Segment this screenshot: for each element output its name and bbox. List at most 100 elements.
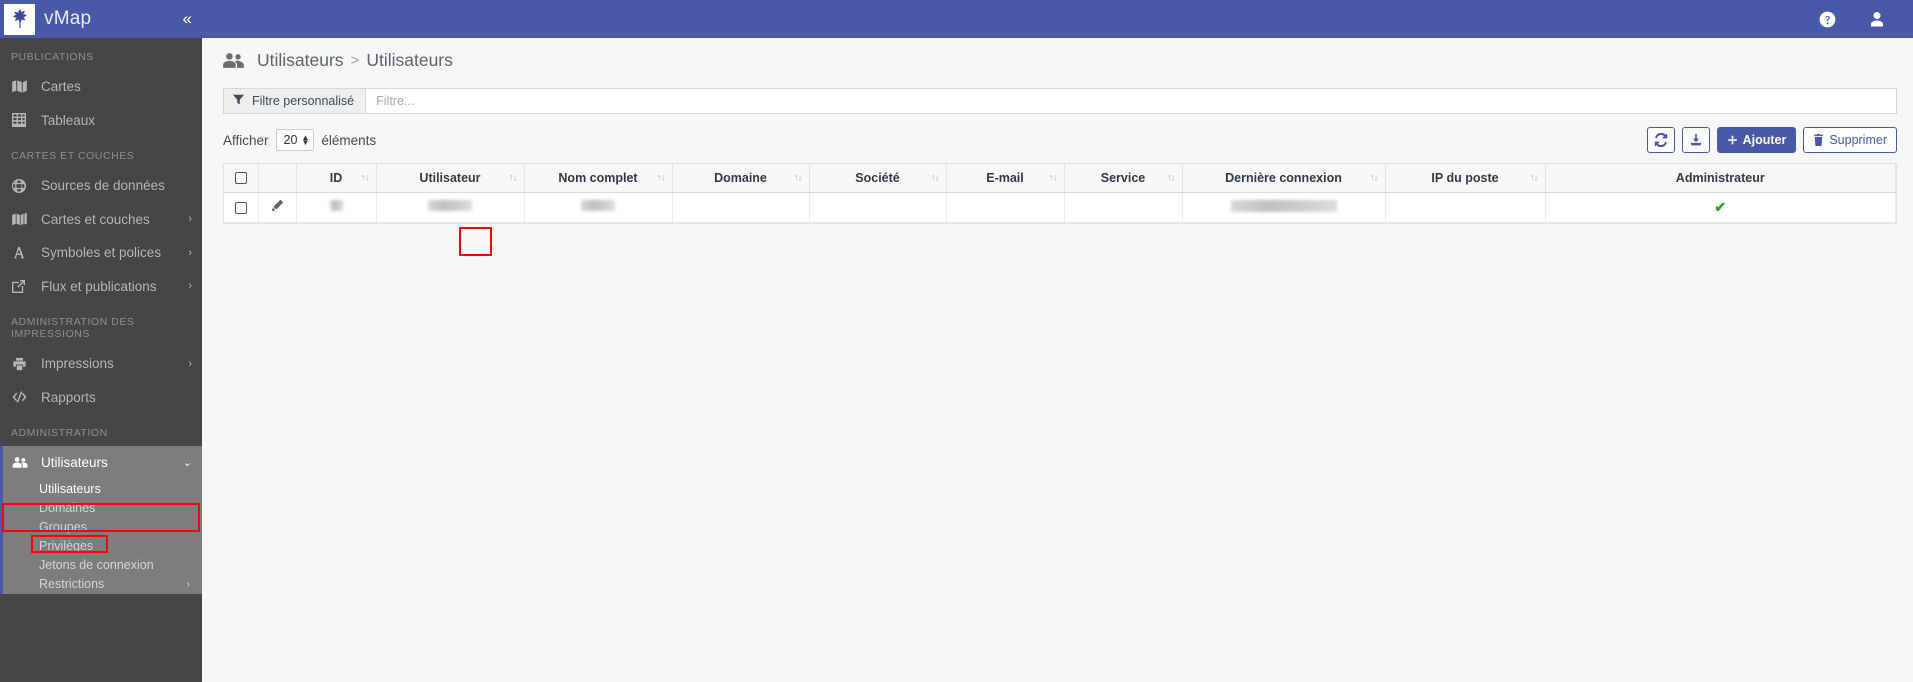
sidebar-subitem-restrictions[interactable]: Restrictions › (3, 575, 202, 594)
code-brackets-icon (12, 390, 34, 404)
funnel-icon (233, 94, 244, 108)
sidebar-item-utilisateurs[interactable]: Utilisateurs ⌄ (0, 446, 202, 480)
table-header-id[interactable]: ID ↑↓ (296, 164, 377, 193)
select-all-checkbox[interactable] (234, 172, 247, 185)
filter-bar: Filtre personnalisé (223, 88, 1897, 114)
custom-filter-button[interactable]: Filtre personnalisé (224, 89, 367, 113)
sidebar-item-tableaux[interactable]: Tableaux (0, 104, 202, 138)
main-content: Utilisateurs > Utilisateurs Filtre perso… (202, 0, 1913, 682)
users-table-container: ID ↑↓ Utilisateur ↑↓ Nom complet ↑↓ Domaine ↑↓ S… (223, 163, 1897, 224)
show-label: Afficher (223, 132, 269, 148)
sidebar-subitem-groupes[interactable]: Groupes (3, 518, 202, 537)
app-root: vMap « PUBLICATIONS Cartes Tableaux CARTES … (0, 0, 1913, 682)
redacted-value (428, 200, 472, 211)
table-header-label: Nom complet (558, 170, 638, 185)
sort-updown-icon[interactable]: ↑↓ (1167, 172, 1175, 183)
sidebar-item-label: Sources de données (41, 178, 165, 194)
chevron-right-icon: › (188, 280, 192, 293)
table-cell-user (376, 192, 525, 223)
sidebar-subitem-privil-ges[interactable]: Privilèges (3, 537, 202, 556)
sidebar-section-1: PUBLICATIONS (11, 51, 94, 63)
table-row[interactable]: ✔ (224, 192, 1896, 223)
sidebar-section-2: CARTES ET COUCHES (11, 150, 135, 162)
admin-check-icon: ✔ (1714, 198, 1727, 215)
row-select-checkbox[interactable] (234, 201, 247, 214)
user-account-icon[interactable] (1867, 9, 1887, 29)
sidebar-section-3: ADMINISTRATION DES IMPRESSIONS (11, 316, 135, 340)
add-button-label: Ajouter (1742, 133, 1787, 147)
refresh-button[interactable] (1646, 127, 1675, 153)
delete-button-label: Supprimer (1829, 133, 1887, 147)
top-header-bar (202, 0, 1913, 38)
table-header-select (224, 164, 259, 193)
breadcrumb-current: Utilisateurs (366, 50, 453, 70)
users-group-icon (222, 51, 245, 70)
table-header-company[interactable]: Société ↑↓ (809, 164, 947, 193)
sidebar-item-cartes-et-couches[interactable]: Cartes et couches › (0, 203, 202, 237)
sidebar-item-rapports[interactable]: Rapports (0, 381, 202, 415)
sort-updown-icon[interactable]: ↑↓ (509, 172, 517, 183)
sidebar-item-flux-et-publications[interactable]: Flux et publications › (0, 270, 202, 304)
sidebar-subitem-jetons-de-connexion[interactable]: Jetons de connexion (3, 556, 202, 575)
sidebar-subitem-utilisateurs[interactable]: Utilisateurs (3, 480, 202, 499)
brand-name: vMap (44, 8, 92, 29)
sidebar-collapse-toggle[interactable]: « (183, 9, 193, 29)
table-header-service[interactable]: Service ↑↓ (1064, 164, 1183, 193)
refresh-icon (1654, 133, 1668, 147)
font-a-icon (12, 246, 34, 260)
pencil-edit-icon[interactable] (271, 199, 284, 215)
users-group-icon (12, 456, 34, 469)
table-header: ID ↑↓ Utilisateur ↑↓ Nom complet ↑↓ Domaine ↑↓ S… (224, 164, 1896, 193)
sort-updown-icon[interactable]: ↑↓ (1370, 172, 1378, 183)
sidebar-subitem-label: Privilèges (39, 539, 94, 553)
table-header-lastlogin[interactable]: Dernière connexion ↑↓ (1182, 164, 1386, 193)
table-cell-fullname (524, 192, 673, 223)
table-header-label: Dernière connexion (1225, 170, 1342, 185)
filter-input[interactable] (366, 89, 1896, 113)
sort-updown-icon[interactable]: ↑↓ (657, 172, 665, 183)
highlight-row-edit-button (459, 227, 492, 256)
sort-updown-icon[interactable]: ↑↓ (794, 172, 802, 183)
sort-updown-icon[interactable]: ↑↓ (1530, 172, 1538, 183)
sidebar: vMap « PUBLICATIONS Cartes Tableaux CARTES … (0, 0, 202, 682)
layers-map-icon (12, 212, 34, 226)
sidebar-nav: PUBLICATIONS Cartes Tableaux CARTES ET COUC… (0, 38, 202, 594)
page-length-select[interactable]: 20 ▲ ▼ (275, 129, 315, 151)
delete-button[interactable]: Supprimer (1803, 127, 1897, 153)
table-header-label: Domaine (714, 170, 767, 185)
leaf-logo-icon (4, 3, 35, 35)
table-cell-service (1064, 192, 1183, 223)
sidebar-item-label: Symboles et polices (41, 245, 162, 261)
export-button[interactable] (1681, 127, 1710, 153)
sidebar-item-cartes[interactable]: Cartes (0, 70, 202, 104)
page-length-value: 20 (283, 133, 298, 147)
table-cell-select (224, 192, 259, 223)
page-length-group: Afficher 20 ▲ ▼ éléments (223, 129, 376, 151)
chevron-updown-icon: ▲ ▼ (301, 133, 310, 147)
breadcrumb-parent[interactable]: Utilisateurs (257, 50, 344, 71)
table-header-label: Société (855, 170, 900, 185)
table-grid-icon (12, 113, 34, 128)
sidebar-item-impressions[interactable]: Impressions › (0, 347, 202, 381)
table-cell-email (946, 192, 1065, 223)
table-header-label: Utilisateur (419, 170, 481, 185)
sort-updown-icon[interactable]: ↑↓ (1049, 172, 1057, 183)
sort-updown-icon[interactable]: ↑↓ (361, 172, 369, 183)
sidebar-subitem-label: Domaines (39, 501, 96, 515)
table-header-email[interactable]: E-mail ↑↓ (946, 164, 1065, 193)
table-header-label: Service (1100, 170, 1146, 185)
table-header-user[interactable]: Utilisateur ↑↓ (376, 164, 525, 193)
table-header-domain[interactable]: Domaine ↑↓ (672, 164, 810, 193)
add-button[interactable]: Ajouter (1716, 127, 1797, 153)
sidebar-subitem-domaines[interactable]: Domaines (3, 499, 202, 518)
sort-updown-icon[interactable]: ↑↓ (931, 172, 939, 183)
table-cell-id (296, 192, 377, 223)
sidebar-item-symboles-et-polices[interactable]: Symboles et polices › (0, 236, 202, 270)
table-header-ip[interactable]: IP du poste ↑↓ (1385, 164, 1546, 193)
table-header-fullname[interactable]: Nom complet ↑↓ (524, 164, 673, 193)
question-circle-icon[interactable] (1818, 10, 1837, 29)
sidebar-item-sources-de-donn-es[interactable]: Sources de données (0, 169, 202, 203)
download-icon (1689, 133, 1703, 147)
globe-icon (12, 178, 34, 193)
sidebar-item-label: Tableaux (41, 112, 96, 128)
